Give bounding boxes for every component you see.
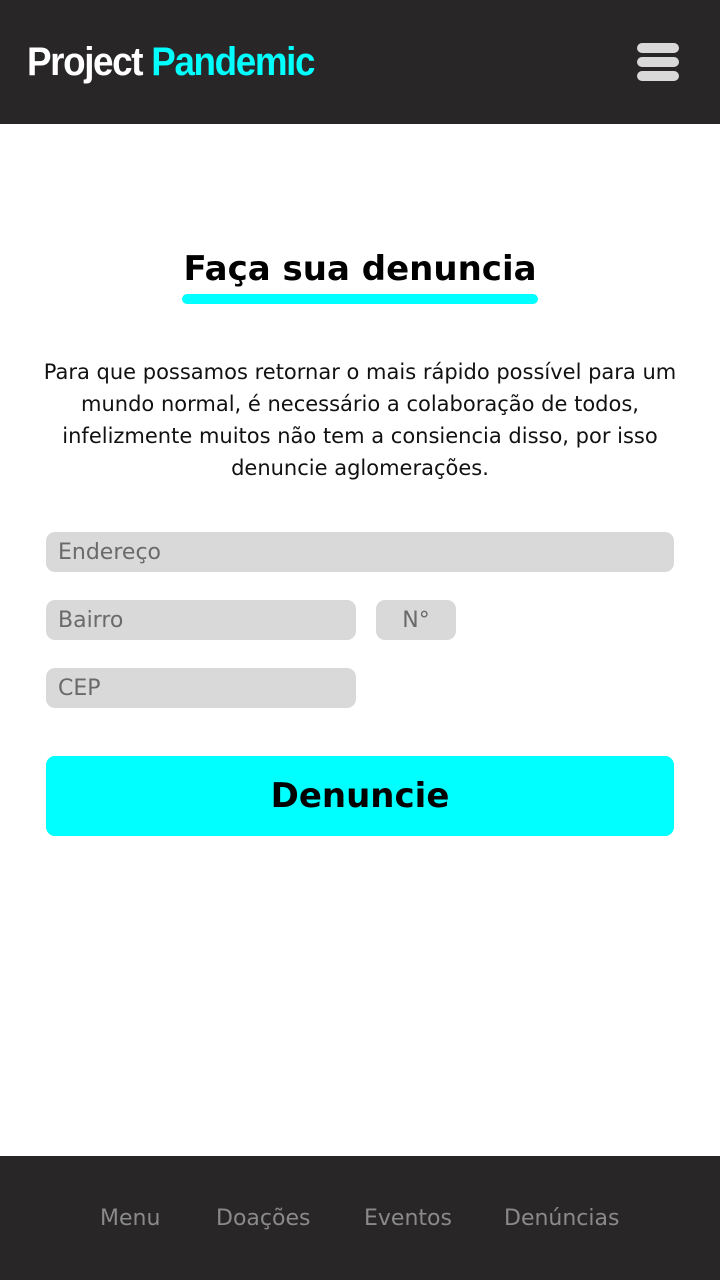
title-underline <box>182 294 538 304</box>
footer-link-eventos[interactable]: Eventos <box>364 1204 452 1234</box>
menu-bar <box>637 71 679 81</box>
footer-link-menu[interactable]: Menu <box>100 1204 160 1234</box>
page-title: Faça sua denuncia <box>183 249 537 289</box>
footer-link-doacoes[interactable]: Doações <box>216 1204 310 1234</box>
footer-link-denuncias[interactable]: Denúncias <box>504 1204 619 1234</box>
logo-text-pandemic: Pandemic <box>151 40 315 84</box>
bairro-input[interactable] <box>46 600 356 640</box>
footer-nav: Menu Doações Eventos Denúncias <box>0 1156 720 1280</box>
cep-input[interactable] <box>46 668 356 708</box>
menu-bar <box>637 57 679 67</box>
endereco-input[interactable] <box>46 532 674 572</box>
logo[interactable]: Project Pandemic <box>27 38 315 86</box>
app-header: Project Pandemic <box>0 0 720 124</box>
hamburger-menu-icon[interactable] <box>637 43 679 81</box>
menu-bar <box>637 43 679 53</box>
numero-input[interactable] <box>376 600 456 640</box>
logo-text-project: Project <box>27 40 143 84</box>
intro-text: Para que possamos retornar o mais rápido… <box>43 360 677 480</box>
denuncie-button[interactable]: Denuncie <box>46 756 674 836</box>
